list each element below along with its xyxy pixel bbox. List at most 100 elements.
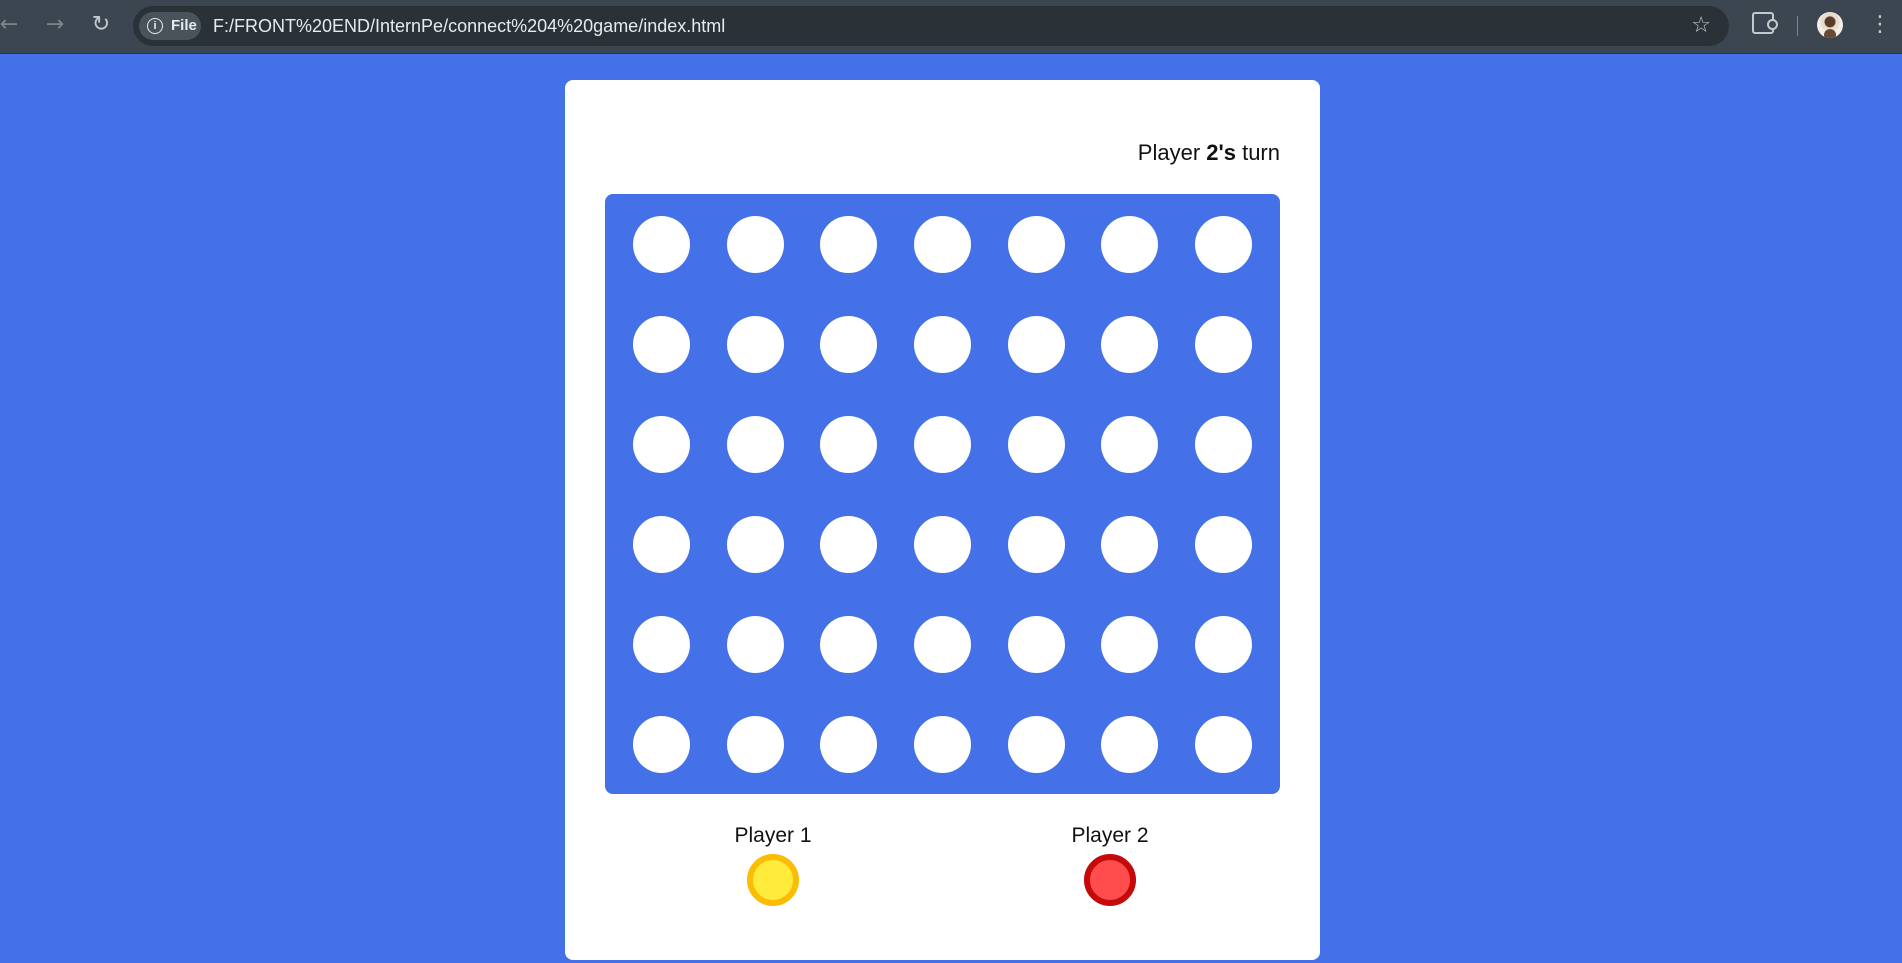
board-cell[interactable]: [896, 594, 990, 694]
empty-slot: [1101, 315, 1159, 373]
game-board[interactable]: [605, 194, 1280, 794]
address-bar[interactable]: i File F:/FRONT%20END/InternPe/connect%2…: [133, 6, 1729, 46]
site-chip-label: File: [171, 17, 197, 34]
empty-slot: [820, 515, 878, 573]
board-cell[interactable]: [802, 494, 896, 594]
board-cell[interactable]: [1176, 394, 1270, 494]
empty-slot: [913, 715, 971, 773]
url-text[interactable]: F:/FRONT%20END/InternPe/connect%204%20ga…: [213, 6, 725, 46]
empty-slot: [726, 315, 784, 373]
board-cell[interactable]: [615, 594, 709, 694]
board-cell[interactable]: [1083, 294, 1177, 394]
player-2-coin: [1084, 854, 1136, 906]
empty-slot: [633, 315, 691, 373]
browser-menu-icon[interactable]: ⋮: [1869, 12, 1891, 38]
board-cell[interactable]: [709, 394, 803, 494]
board-cell[interactable]: [989, 594, 1083, 694]
board-cell[interactable]: [989, 294, 1083, 394]
board-cell[interactable]: [802, 394, 896, 494]
empty-slot: [1194, 215, 1252, 273]
board-cell[interactable]: [615, 394, 709, 494]
board-cell[interactable]: [1176, 694, 1270, 794]
board-cell[interactable]: [1083, 594, 1177, 694]
player-1-indicator: Player 1: [713, 824, 833, 906]
board-cell[interactable]: [802, 694, 896, 794]
empty-slot: [1101, 415, 1159, 473]
board-cell[interactable]: [615, 494, 709, 594]
empty-slot: [913, 315, 971, 373]
board-cell[interactable]: [989, 694, 1083, 794]
empty-slot: [913, 215, 971, 273]
empty-slot: [913, 515, 971, 573]
site-info-chip[interactable]: i File: [139, 12, 201, 40]
board-cell[interactable]: [896, 394, 990, 494]
player-1-label: Player 1: [734, 824, 812, 847]
board-cell[interactable]: [989, 394, 1083, 494]
board-cell[interactable]: [989, 494, 1083, 594]
toolbar-divider: [1797, 16, 1798, 36]
board-cell[interactable]: [709, 494, 803, 594]
empty-slot: [633, 615, 691, 673]
empty-slot: [633, 715, 691, 773]
board-cell[interactable]: [1083, 494, 1177, 594]
turn-indicator: Player 2's turn: [1138, 140, 1280, 166]
extensions-icon[interactable]: [1752, 12, 1778, 34]
board-cell[interactable]: [896, 494, 990, 594]
empty-slot: [1007, 515, 1065, 573]
board-cell[interactable]: [1083, 694, 1177, 794]
board-cell[interactable]: [896, 694, 990, 794]
board-cell[interactable]: [802, 194, 896, 294]
info-icon: i: [147, 18, 163, 34]
board-cell[interactable]: [1083, 394, 1177, 494]
browser-toolbar: ← → ↻ i File F:/FRONT%20END/InternPe/con…: [0, 0, 1902, 54]
empty-slot: [726, 215, 784, 273]
empty-slot: [633, 215, 691, 273]
empty-slot: [633, 515, 691, 573]
empty-slot: [1194, 615, 1252, 673]
empty-slot: [1101, 215, 1159, 273]
board-cell[interactable]: [709, 594, 803, 694]
forward-button[interactable]: →: [42, 12, 68, 38]
empty-slot: [1194, 415, 1252, 473]
board-cell[interactable]: [709, 194, 803, 294]
board-cell[interactable]: [1176, 594, 1270, 694]
board-cell[interactable]: [1176, 294, 1270, 394]
bookmark-star-icon[interactable]: ☆: [1691, 6, 1711, 46]
board-cell[interactable]: [802, 294, 896, 394]
empty-slot: [820, 215, 878, 273]
empty-slot: [1007, 415, 1065, 473]
board-cell[interactable]: [709, 294, 803, 394]
player-2-label: Player 2: [1071, 824, 1149, 847]
empty-slot: [1101, 715, 1159, 773]
empty-slot: [913, 415, 971, 473]
board-cell[interactable]: [709, 694, 803, 794]
board-cell[interactable]: [989, 194, 1083, 294]
empty-slot: [820, 615, 878, 673]
board-cell[interactable]: [896, 294, 990, 394]
board-cell[interactable]: [615, 294, 709, 394]
empty-slot: [1101, 615, 1159, 673]
board-cell[interactable]: [615, 694, 709, 794]
board-cell[interactable]: [1176, 194, 1270, 294]
board-cell[interactable]: [896, 194, 990, 294]
player-1-coin: [747, 854, 799, 906]
profile-avatar[interactable]: [1817, 12, 1843, 38]
turn-prefix: Player: [1137, 140, 1207, 165]
empty-slot: [633, 415, 691, 473]
board-cell[interactable]: [1083, 194, 1177, 294]
board-cell[interactable]: [1176, 494, 1270, 594]
empty-slot: [1007, 315, 1065, 373]
empty-slot: [1007, 615, 1065, 673]
back-button[interactable]: ←: [0, 12, 22, 38]
empty-slot: [820, 315, 878, 373]
empty-slot: [1101, 515, 1159, 573]
empty-slot: [726, 715, 784, 773]
empty-slot: [1194, 315, 1252, 373]
empty-slot: [726, 515, 784, 573]
empty-slot: [1194, 515, 1252, 573]
board-cell[interactable]: [615, 194, 709, 294]
board-cell[interactable]: [802, 594, 896, 694]
empty-slot: [820, 715, 878, 773]
empty-slot: [1007, 715, 1065, 773]
reload-button[interactable]: ↻: [88, 12, 114, 38]
